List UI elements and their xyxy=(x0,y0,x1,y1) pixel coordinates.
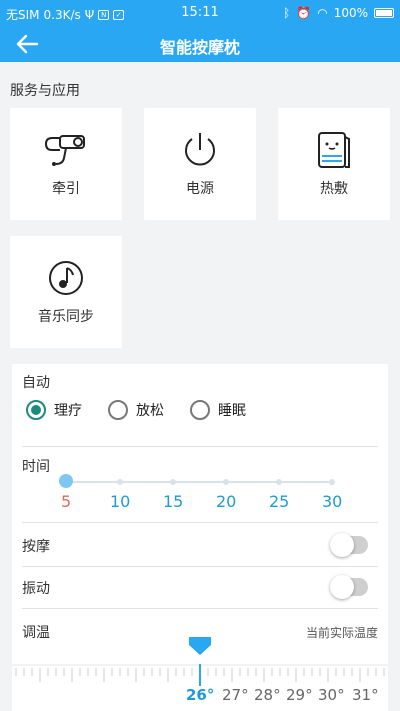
auto-label: 自动 xyxy=(22,375,50,391)
divider xyxy=(22,446,378,447)
bluetooth-icon: ᛒ xyxy=(283,6,291,20)
temperature-value[interactable]: 28° xyxy=(254,686,281,704)
time-tick: 25 xyxy=(269,492,290,511)
service-label: 热敷 xyxy=(320,181,348,197)
slider-dot xyxy=(170,479,176,485)
temperature-value[interactable]: 26° xyxy=(186,686,214,704)
divider xyxy=(22,522,378,523)
slider-dot xyxy=(223,479,229,485)
radio-label: 睡眠 xyxy=(218,403,246,419)
time-tick: 15 xyxy=(163,492,184,511)
temperature-ruler[interactable] xyxy=(12,664,388,686)
page-title: 智能按摩枕 xyxy=(159,38,240,57)
time-tick: 10 xyxy=(110,492,131,511)
temperature-marker-icon[interactable] xyxy=(188,636,212,656)
service-card-hot-compress[interactable]: 热敷 xyxy=(278,108,390,220)
divider xyxy=(22,608,378,609)
divider xyxy=(22,566,378,567)
toggle-knob xyxy=(330,533,354,557)
music-note-icon xyxy=(49,261,83,295)
status-bar: 无SIM 0.3K/s Ψ N ✓ 15:11 ᛒ ⏰ ◠ 100% xyxy=(0,0,400,26)
service-card-traction[interactable]: 牵引 xyxy=(10,108,122,220)
massage-toggle[interactable] xyxy=(330,533,368,557)
battery-percent: 100% xyxy=(333,6,368,20)
service-card-power[interactable]: 电源 xyxy=(144,108,256,220)
status-right: ᛒ ⏰ ◠ 100% xyxy=(283,6,394,20)
settings-panel: 自动 理疗 放松 睡眠 时间 5 10 15 20 25 30 按摩 振动 调温… xyxy=(12,364,388,711)
radio-selected-indicator xyxy=(26,400,46,420)
temperature-value[interactable]: 30° xyxy=(318,686,345,704)
alarm-icon: ⏰ xyxy=(296,6,312,20)
app-bar: 智能按摩枕 xyxy=(0,26,400,62)
slider-dot xyxy=(276,479,282,485)
vibration-label: 振动 xyxy=(22,581,50,597)
radio-therapy[interactable]: 理疗 xyxy=(26,400,82,420)
radio-label: 理疗 xyxy=(54,403,82,419)
time-slider-track[interactable] xyxy=(66,481,332,483)
radio-label: 放松 xyxy=(136,403,164,419)
temperature-label: 调温 xyxy=(22,625,50,641)
hot-compress-icon xyxy=(318,132,350,168)
vibration-toggle[interactable] xyxy=(330,575,368,599)
time-tick: 20 xyxy=(216,492,237,511)
temperature-value[interactable]: 29° xyxy=(286,686,313,704)
temperature-value[interactable]: 31° xyxy=(352,686,379,704)
actual-temperature-note: 当前实际温度 xyxy=(305,626,378,640)
service-card-music-sync[interactable]: 音乐同步 xyxy=(10,236,122,348)
battery-icon xyxy=(374,8,394,18)
services-title: 服务与应用 xyxy=(10,83,80,99)
time-tick: 30 xyxy=(322,492,343,511)
time-label: 时间 xyxy=(22,459,50,475)
toggle-knob xyxy=(330,575,354,599)
slider-dot xyxy=(117,479,123,485)
service-label: 牵引 xyxy=(52,181,80,197)
massage-label: 按摩 xyxy=(22,539,50,555)
time-slider-thumb[interactable] xyxy=(59,474,73,488)
radio-sleep[interactable]: 睡眠 xyxy=(190,400,246,420)
temperature-value[interactable]: 27° xyxy=(222,686,249,704)
service-label: 音乐同步 xyxy=(38,309,94,325)
time-tick: 5 xyxy=(61,492,72,511)
wifi-icon: ◠ xyxy=(317,6,328,20)
traction-device-icon xyxy=(45,135,85,166)
radio-indicator xyxy=(108,400,128,420)
power-icon xyxy=(185,133,215,166)
service-label: 电源 xyxy=(186,181,214,197)
slider-dot xyxy=(329,479,335,485)
radio-indicator xyxy=(190,400,210,420)
radio-relax[interactable]: 放松 xyxy=(108,400,164,420)
